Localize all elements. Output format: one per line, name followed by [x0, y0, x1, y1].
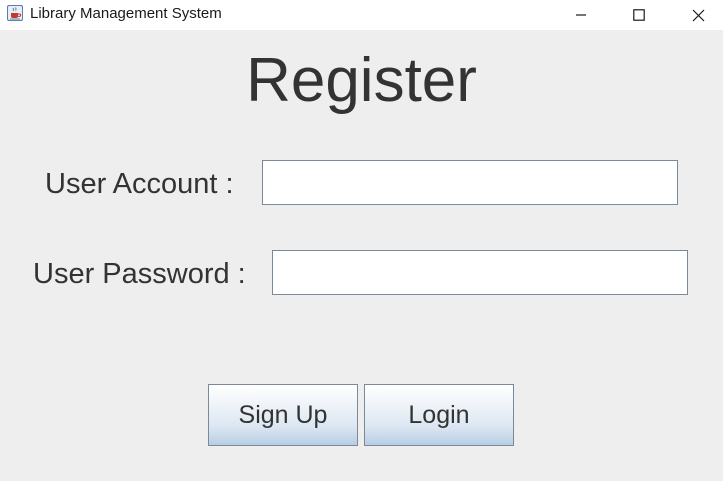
login-button[interactable]: Login — [364, 384, 514, 446]
user-account-input[interactable] — [262, 160, 678, 205]
maximize-button[interactable] — [616, 0, 662, 30]
maximize-icon — [633, 9, 645, 21]
page-title: Register — [246, 46, 477, 115]
user-account-label: User Account : — [45, 168, 234, 200]
window-title: Library Management System — [30, 5, 222, 22]
title-bar[interactable]: Library Management System — [0, 0, 723, 30]
minimize-icon — [575, 9, 587, 21]
close-button[interactable] — [675, 0, 721, 30]
app-window: Library Management System Register User … — [0, 0, 723, 481]
user-password-label: User Password : — [33, 258, 246, 290]
java-cup-icon[interactable] — [6, 4, 24, 22]
close-icon — [692, 9, 705, 22]
sign-up-button[interactable]: Sign Up — [208, 384, 358, 446]
user-password-input[interactable] — [272, 250, 688, 295]
minimize-button[interactable] — [558, 0, 604, 30]
